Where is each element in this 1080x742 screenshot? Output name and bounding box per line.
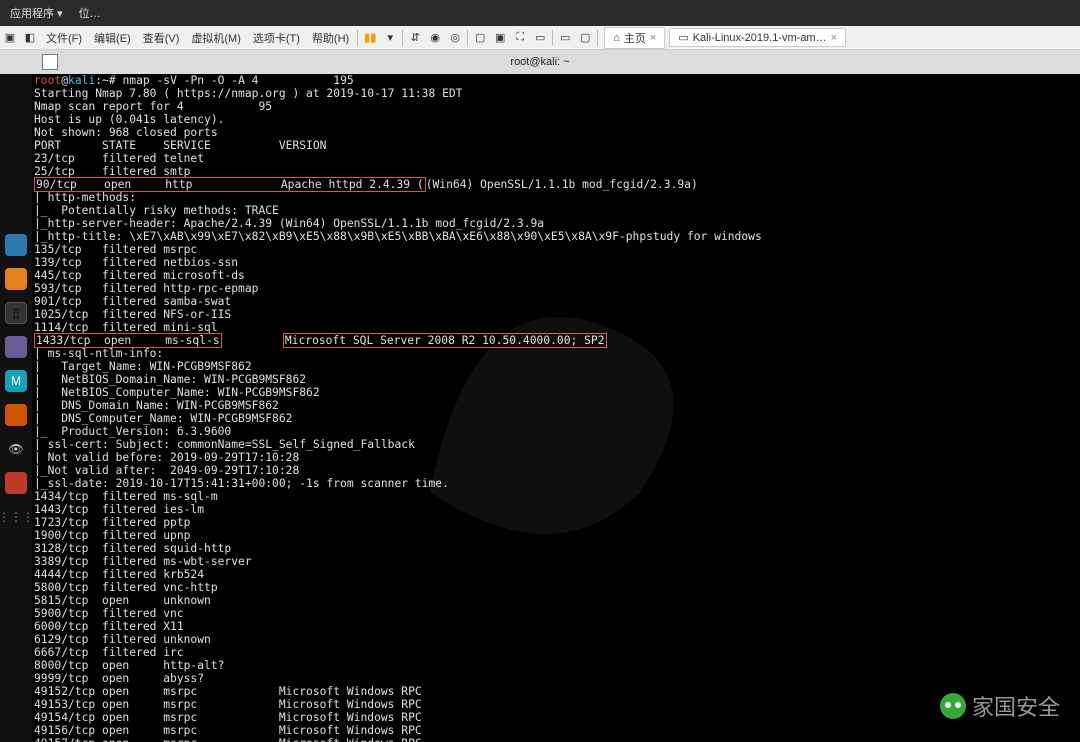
firefox-icon[interactable] xyxy=(5,268,27,290)
vm-icon: ▭ xyxy=(678,31,688,44)
highlight-port-1433: 1433/tcp open ms-sql-s xyxy=(34,333,222,348)
show-apps-icon[interactable]: ⋮⋮⋮ xyxy=(5,506,27,528)
applications-menu[interactable]: 应用程序 ▾ xyxy=(6,5,67,21)
gnome-topbar: 应用程序 ▾ 位… xyxy=(0,0,1080,26)
menu-file[interactable]: 文件(F) xyxy=(40,30,88,46)
window-button[interactable] xyxy=(42,54,58,70)
vm-tab[interactable]: ▭ Kali-Linux-2019.1-vm-am… × xyxy=(669,28,846,47)
vmware-menubar: ▣ ◧ 文件(F) 编辑(E) 查看(V) 虚拟机(M) 选项卡(T) 帮助(H… xyxy=(0,26,1080,50)
places-menu[interactable]: 位… xyxy=(75,5,105,21)
files-icon[interactable] xyxy=(5,234,27,256)
terminal-titlebar: root@kali: ~ xyxy=(0,50,1080,74)
pause-icon[interactable]: ▮▮ xyxy=(360,28,380,48)
editor-icon[interactable] xyxy=(5,336,27,358)
close-icon[interactable]: × xyxy=(831,32,837,44)
watermark: 家国安全 xyxy=(940,690,1060,722)
tool2-icon[interactable]: ▢ xyxy=(575,28,595,48)
terminal-icon[interactable]: ▯ xyxy=(5,302,27,324)
menu-edit[interactable]: 编辑(E) xyxy=(88,30,137,46)
window-title: root@kali: ~ xyxy=(510,56,569,68)
terminal[interactable]: root@kali:~# nmap -sV -Pn -O -A 4 195 St… xyxy=(32,74,1080,742)
metasploit-icon[interactable]: M xyxy=(5,370,27,392)
layout2-icon[interactable]: ▣ xyxy=(490,28,510,48)
tool1-icon[interactable]: ▭ xyxy=(555,28,575,48)
dropdown-icon[interactable]: ▾ xyxy=(380,28,400,48)
menu-view[interactable]: 查看(V) xyxy=(137,30,186,46)
wechat-icon xyxy=(940,693,966,719)
close-icon[interactable]: × xyxy=(650,32,656,44)
home-icon: ⌂ xyxy=(613,32,620,44)
snapshot-icon[interactable]: ◉ xyxy=(425,28,445,48)
highlight-port-90: 90/tcp open http Apache httpd 2.4.39 ( xyxy=(34,177,426,192)
menu-help[interactable]: 帮助(H) xyxy=(306,30,355,46)
fullscreen-icon[interactable]: ⛶ xyxy=(510,28,530,48)
burp-icon[interactable] xyxy=(5,404,27,426)
layout-icon[interactable]: ▢ xyxy=(470,28,490,48)
send-key-icon[interactable]: ⇵ xyxy=(405,28,425,48)
snapshot-mgr-icon[interactable]: ◎ xyxy=(445,28,465,48)
cherrytree-icon[interactable] xyxy=(5,472,27,494)
home-tab[interactable]: ⌂ 主页 × xyxy=(604,27,665,49)
nav-icon[interactable]: ◧ xyxy=(20,28,40,48)
logo-icon: ▣ xyxy=(0,28,20,48)
unity-icon[interactable]: ▭ xyxy=(530,28,550,48)
maltego-icon[interactable]: 👁 xyxy=(5,438,27,460)
menu-tabs[interactable]: 选项卡(T) xyxy=(247,30,306,46)
terminal-output: root@kali:~# nmap -sV -Pn -O -A 4 195 St… xyxy=(34,74,1078,742)
highlight-mssql: Microsoft SQL Server 2008 R2 10.50.4000.… xyxy=(283,333,607,348)
menu-vm[interactable]: 虚拟机(M) xyxy=(185,30,247,46)
dock: ▯ M 👁 ⋮⋮⋮ xyxy=(0,74,32,742)
